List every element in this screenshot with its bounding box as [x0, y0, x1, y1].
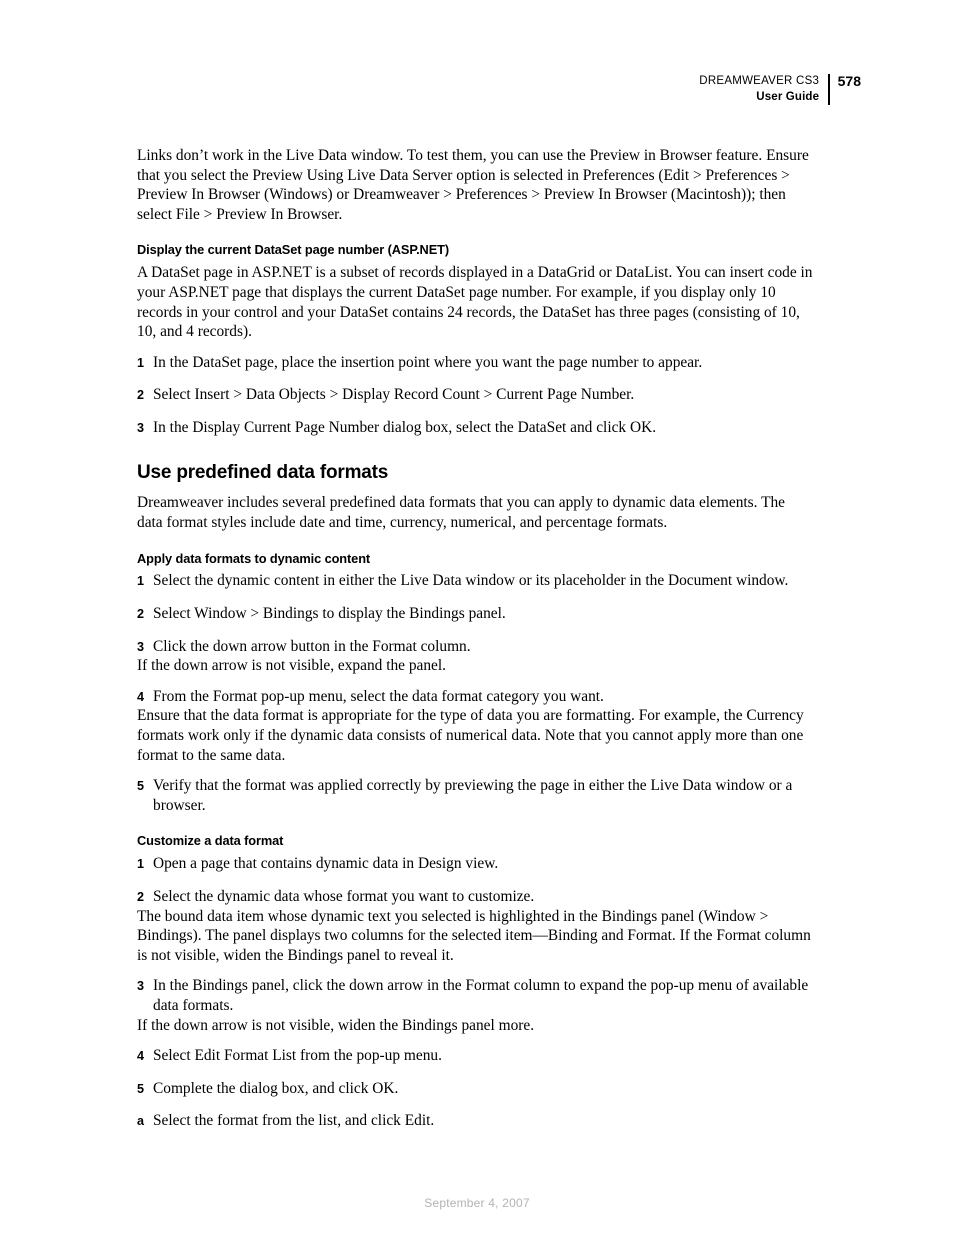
list-item: 3 In the Bindings panel, click the down … [137, 976, 813, 1015]
step-text: Select the format from the list, and cli… [153, 1112, 435, 1130]
running-head-text: DREAMWEAVER CS3 User Guide [699, 74, 828, 105]
header-divider-rule [828, 74, 830, 106]
list-item: 1 Select the dynamic content in either t… [137, 571, 813, 591]
step-marker: 3 [137, 979, 145, 994]
list-item: 2 Select Insert > Data Objects > Display… [137, 385, 813, 405]
step-marker: 5 [137, 1081, 145, 1096]
step-marker: 1 [137, 574, 145, 589]
customize-steps-list-a: 1 Open a page that contains dynamic data… [137, 854, 813, 906]
list-item: 4 From the Format pop-up menu, select th… [137, 687, 813, 707]
list-item: 2 Select the dynamic data whose format y… [137, 887, 813, 907]
heading-customize-data-format: Customize a data format [137, 833, 284, 849]
step-text: Select Window > Bindings to display the … [153, 605, 506, 623]
step-text: Open a page that contains dynamic data i… [153, 855, 499, 873]
step-marker: a [137, 1114, 145, 1129]
apply-steps-list-b: 4 From the Format pop-up menu, select th… [137, 687, 813, 707]
page-footer-date: September 4, 2007 [424, 1196, 530, 1210]
step-text: Click the down arrow button in the Forma… [153, 637, 471, 655]
apply-note-2: Ensure that the data format is appropria… [137, 707, 804, 764]
step-text: From the Format pop-up menu, select the … [153, 687, 604, 705]
list-item: 5 Complete the dialog box, and click OK. [137, 1079, 813, 1099]
step-marker: 2 [137, 607, 145, 622]
step-marker: 4 [137, 1049, 145, 1064]
page-content: Links don’t work in the Live Data window… [137, 146, 813, 1131]
step-marker: 2 [137, 388, 145, 403]
list-item: 1 In the DataSet page, place the inserti… [137, 353, 813, 373]
customize-note-1: The bound data item whose dynamic text y… [137, 907, 811, 964]
step-text: Complete the dialog box, and click OK. [153, 1079, 399, 1097]
dataset-paragraph: A DataSet page in ASP.NET is a subset of… [137, 264, 813, 341]
page-number: 578 [837, 73, 861, 89]
apply-steps-list-c: 5 Verify that the format was applied cor… [137, 776, 813, 815]
list-item: 5 Verify that the format was applied cor… [137, 776, 813, 815]
customize-steps-list-b: 3 In the Bindings panel, click the down … [137, 976, 813, 1015]
step-marker: 3 [137, 420, 145, 435]
step-text: Select the dynamic content in either the… [153, 572, 789, 590]
running-head: DREAMWEAVER CS3 User Guide 578 [699, 73, 861, 106]
customize-note-2: If the down arrow is not visible, widen … [137, 1016, 535, 1034]
step-marker: 1 [137, 857, 145, 872]
step-text: In the Display Current Page Number dialo… [153, 418, 657, 436]
list-item: 4 Select Edit Format List from the pop-u… [137, 1046, 813, 1066]
heading-display-dataset-page-number: Display the current DataSet page number … [137, 242, 450, 258]
list-item: 2 Select Window > Bindings to display th… [137, 604, 813, 624]
list-item: a Select the format from the list, and c… [137, 1111, 813, 1131]
list-item: 1 Open a page that contains dynamic data… [137, 854, 813, 874]
step-text: In the Bindings panel, click the down ar… [153, 977, 809, 1014]
step-text: In the DataSet page, place the insertion… [153, 353, 703, 371]
intro-paragraph: Links don’t work in the Live Data window… [137, 147, 809, 223]
step-text: Select Insert > Data Objects > Display R… [153, 386, 635, 404]
predefined-paragraph: Dreamweaver includes several predefined … [137, 494, 785, 531]
apply-note-1: If the down arrow is not visible, expand… [137, 657, 447, 675]
step-text: Select the dynamic data whose format you… [153, 888, 535, 905]
list-item: 3 In the Display Current Page Number dia… [137, 418, 813, 438]
product-name: DREAMWEAVER CS3 [699, 75, 820, 87]
step-marker: 3 [137, 639, 145, 654]
dataset-steps-list: 1 In the DataSet page, place the inserti… [137, 353, 813, 438]
heading-apply-data-formats: Apply data formats to dynamic content [137, 550, 371, 566]
step-marker: 2 [137, 890, 145, 904]
apply-steps-list-a: 1 Select the dynamic content in either t… [137, 571, 813, 656]
list-item: 3 Click the down arrow button in the For… [137, 637, 813, 657]
customize-steps-list-c: 4 Select Edit Format List from the pop-u… [137, 1046, 813, 1131]
step-marker: 5 [137, 779, 145, 794]
heading-use-predefined-data-formats: Use predefined data formats [137, 461, 389, 483]
step-marker: 4 [137, 689, 145, 704]
guide-name: User Guide [756, 90, 820, 103]
step-text: Select Edit Format List from the pop-up … [153, 1047, 442, 1065]
step-marker: 1 [137, 355, 145, 370]
step-text: Verify that the format was applied corre… [153, 777, 793, 814]
